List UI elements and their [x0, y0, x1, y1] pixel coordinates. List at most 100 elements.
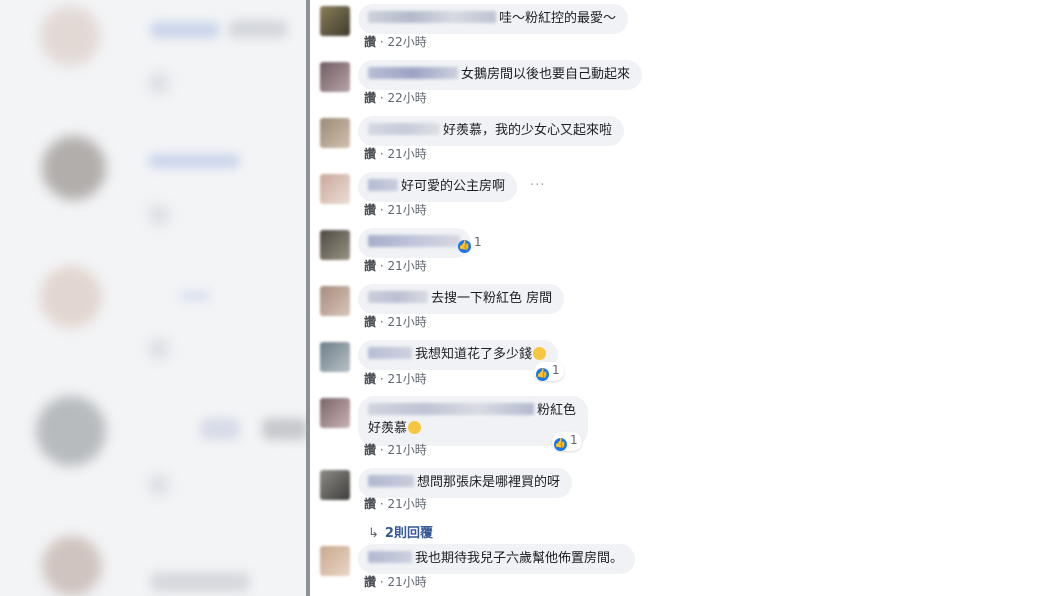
avatar[interactable]: [320, 230, 350, 260]
blurred-text: [262, 418, 308, 440]
comment-text: 哇～粉紅控的最愛～: [499, 11, 617, 26]
meta-separator: ·: [379, 372, 384, 386]
comment-time[interactable]: 21小時: [388, 575, 427, 589]
comment-meta: 讚 · 21小時: [364, 201, 427, 218]
blurred-icon: [148, 338, 170, 360]
meta-separator: ·: [379, 575, 384, 589]
avatar[interactable]: [320, 6, 350, 36]
like-link[interactable]: 讚: [364, 372, 376, 386]
meta-separator: ·: [379, 497, 384, 511]
comment-bubble: 女鵝房間以後也要自己動起來: [358, 60, 643, 90]
reaction-count[interactable]: 👍 1: [552, 432, 582, 451]
avatar[interactable]: [320, 342, 350, 372]
comment-bubble: 我也期待我兒子六歲幫他佈置房間。: [358, 544, 636, 574]
comment-text: 粉紅色: [537, 403, 577, 418]
comment-time[interactable]: 21小時: [388, 147, 427, 161]
blurred-icon: [148, 204, 170, 226]
comment-meta: 讚 · 21小時: [364, 257, 427, 274]
blurred-icon: [148, 474, 170, 496]
blurred-text: [150, 572, 250, 592]
meta-separator: ·: [379, 259, 384, 273]
comment-bubble: [358, 228, 471, 258]
like-link[interactable]: 讚: [364, 203, 376, 217]
blurred-avatar: [42, 136, 106, 200]
meta-separator: ·: [379, 443, 384, 457]
comment-text: 去搜一下粉紅色 房間: [431, 291, 553, 306]
like-link[interactable]: 讚: [364, 315, 376, 329]
blurred-username[interactable]: [368, 235, 460, 247]
avatar[interactable]: [320, 546, 350, 576]
blurred-username[interactable]: [368, 291, 428, 303]
reaction-number: 1: [552, 363, 560, 377]
blurred-avatar: [36, 396, 106, 466]
comment-time[interactable]: 21小時: [388, 497, 427, 511]
blurred-text: [150, 22, 220, 38]
like-link[interactable]: 讚: [364, 35, 376, 49]
comment-text: 我想知道花了多少錢: [415, 347, 533, 362]
comment-meta: 讚 · 21小時: [364, 573, 427, 590]
comment-time[interactable]: 21小時: [388, 259, 427, 273]
like-link[interactable]: 讚: [364, 575, 376, 589]
comment-time[interactable]: 21小時: [388, 372, 427, 386]
blurred-username[interactable]: [368, 403, 534, 415]
like-link[interactable]: 讚: [364, 147, 376, 161]
meta-separator: ·: [379, 35, 384, 49]
comment-text: 好羨慕，我的少女心又起來啦: [443, 123, 613, 138]
like-link[interactable]: 讚: [364, 259, 376, 273]
comment-time[interactable]: 21小時: [388, 315, 427, 329]
avatar[interactable]: [320, 286, 350, 316]
blurred-background-feed: [0, 0, 308, 596]
blurred-avatar: [40, 6, 100, 66]
comment-bubble: 好羨慕，我的少女心又起來啦: [358, 116, 625, 146]
meta-separator: ·: [379, 203, 384, 217]
meta-separator: ·: [379, 315, 384, 329]
like-link[interactable]: 讚: [364, 497, 376, 511]
blurred-username[interactable]: [368, 475, 414, 487]
avatar[interactable]: [320, 118, 350, 148]
reaction-count[interactable]: 👍 1: [456, 234, 486, 253]
crying-emoji-icon: [408, 421, 422, 434]
like-reaction-icon: 👍: [554, 438, 567, 451]
comment-time[interactable]: 21小時: [388, 203, 427, 217]
empty-right-area: [690, 0, 1060, 596]
comment-time[interactable]: 22小時: [388, 91, 427, 105]
like-link[interactable]: 讚: [364, 91, 376, 105]
avatar[interactable]: [320, 398, 350, 428]
comment-meta: 讚 · 21小時: [364, 495, 427, 512]
like-link[interactable]: 讚: [364, 443, 376, 457]
blurred-username[interactable]: [368, 347, 412, 359]
meta-separator: ·: [379, 91, 384, 105]
comment-text: 想問那張床是哪裡買的呀: [417, 475, 561, 490]
comment-meta: 讚 · 21小時: [364, 370, 427, 387]
blurred-text: [228, 20, 288, 38]
blurred-username[interactable]: [368, 179, 398, 191]
avatar[interactable]: [320, 62, 350, 92]
blurred-avatar: [40, 266, 102, 328]
comment-time[interactable]: 22小時: [388, 35, 427, 49]
comment-feed: 哇～粉紅控的最愛～ 讚 · 22小時 女鵝房間以後也要自己動起來 讚 · 22小…: [318, 0, 690, 596]
comment-meta: 讚 · 21小時: [364, 441, 427, 458]
comment-time[interactable]: 21小時: [388, 443, 427, 457]
reaction-count[interactable]: 👍 1: [534, 362, 564, 381]
comment-meta: 讚 · 21小時: [364, 313, 427, 330]
comment-bubble: 去搜一下粉紅色 房間: [358, 284, 565, 314]
like-reaction-icon: 👍: [458, 240, 471, 253]
like-reaction-icon: 👍: [536, 368, 549, 381]
more-options-button[interactable]: ···: [530, 178, 545, 193]
comment-bubble: 好可愛的公主房啊: [358, 172, 518, 202]
blurred-text: [180, 292, 210, 300]
avatar[interactable]: [320, 470, 350, 500]
reaction-number: 1: [474, 235, 482, 249]
blurred-username[interactable]: [368, 11, 496, 23]
avatar[interactable]: [320, 174, 350, 204]
blurred-username[interactable]: [368, 551, 412, 563]
replies-label: 2則回覆: [384, 526, 433, 541]
window-divider: [306, 0, 310, 596]
blurred-text: [148, 154, 240, 168]
blurred-username[interactable]: [368, 67, 458, 79]
blurred-username[interactable]: [368, 123, 440, 135]
comment-text-line-2: 好羨慕: [368, 421, 408, 436]
blurred-avatar: [42, 536, 102, 596]
comment-meta: 讚 · 21小時: [364, 145, 427, 162]
view-replies-link[interactable]: ↳ 2則回覆: [368, 522, 433, 541]
